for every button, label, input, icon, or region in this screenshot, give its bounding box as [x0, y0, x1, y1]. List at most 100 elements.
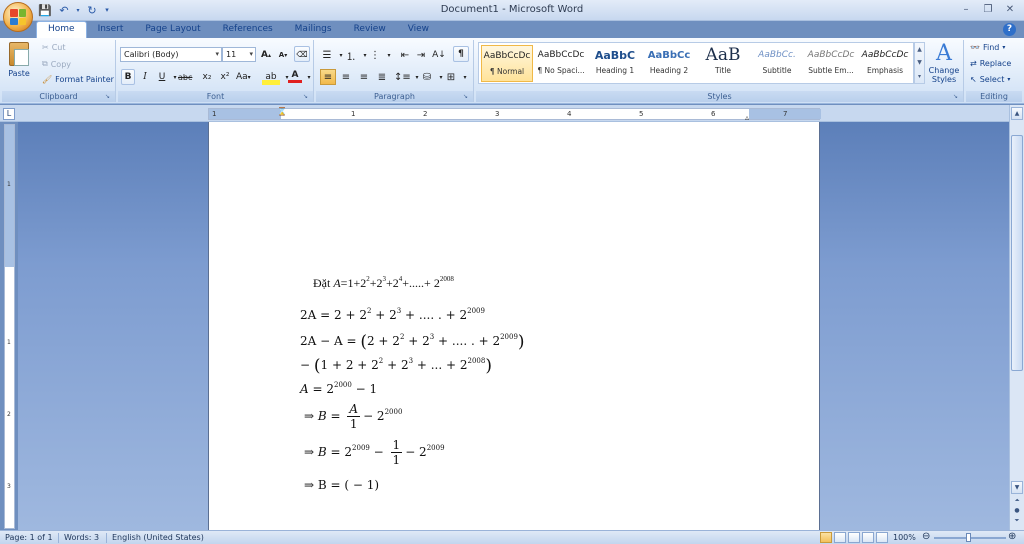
tab-references[interactable]: References — [212, 22, 284, 38]
vertical-scrollbar[interactable]: ▲ ▼ ⏶ ● ⏷ — [1009, 105, 1024, 530]
page-count[interactable]: Page: 1 of 1 — [5, 533, 53, 542]
clipboard-group-label: Clipboard — [2, 91, 115, 102]
previous-page-icon[interactable]: ⏶ — [1011, 497, 1023, 507]
web-layout-view-icon[interactable] — [848, 532, 860, 543]
chevron-down-icon[interactable]: ▼ — [917, 59, 922, 66]
tab-home[interactable]: Home — [36, 21, 87, 38]
find-label: Find — [982, 43, 1000, 52]
italic-button[interactable]: I — [138, 69, 152, 85]
scroll-thumb[interactable] — [1011, 135, 1023, 371]
copy-button[interactable]: ⧉ Copy — [42, 59, 71, 69]
style-title[interactable]: AaB Title — [697, 45, 749, 82]
underline-button[interactable]: U — [155, 69, 169, 85]
bold-button[interactable]: B — [121, 69, 135, 85]
zoom-in-icon[interactable]: ⊕ — [1008, 531, 1016, 542]
font-color-dropdown-icon[interactable]: ▾ — [302, 69, 316, 85]
bullets-button[interactable]: ☰ — [320, 47, 334, 63]
subscript-button[interactable]: x₂ — [200, 69, 214, 85]
document-page[interactable]: Đặt A=1+22+23+24+.....+ 22008 2A = 2 + 2… — [208, 122, 820, 530]
zoom-level[interactable]: 100% — [893, 533, 916, 542]
scroll-up-button[interactable]: ▲ — [1011, 107, 1023, 120]
tab-review[interactable]: Review — [343, 22, 397, 38]
zoom-out-icon[interactable]: ⊖ — [922, 531, 930, 542]
chevron-up-icon[interactable]: ▲ — [917, 46, 922, 53]
word-count[interactable]: Words: 3 — [64, 533, 99, 542]
restore-button[interactable]: ❐ — [978, 1, 998, 17]
language-indicator[interactable]: English (United States) — [112, 533, 204, 542]
replace-button[interactable]: ⇄ Replace — [970, 59, 1011, 68]
office-button[interactable] — [3, 2, 33, 32]
binoculars-icon: 👓 — [970, 43, 980, 52]
align-right-button[interactable]: ≡ — [356, 69, 372, 85]
copy-icon: ⧉ — [42, 59, 48, 68]
horizontal-ruler[interactable]: 1 2 1 2 3 4 5 6 7 ⌛ ▵ — [208, 107, 821, 122]
ruler-number: 3 — [495, 110, 500, 118]
left-indent-marker[interactable]: ⌛ — [277, 107, 287, 116]
font-family-select[interactable]: Calibri (Body) ▾ — [120, 47, 222, 62]
style-subtle-emphasis[interactable]: AaBbCcDc Subtle Em... — [805, 45, 857, 82]
superscript-button[interactable]: x² — [218, 69, 232, 85]
show-marks-button[interactable]: ¶ — [453, 46, 469, 62]
select-button[interactable]: ↖ Select ▾ — [970, 75, 1010, 84]
clipboard-launcher-icon[interactable]: ↘ — [105, 93, 113, 101]
clear-formatting-button[interactable]: ⌫ — [294, 46, 310, 62]
style-emphasis[interactable]: AaBbCcDc Emphasis — [859, 45, 911, 82]
close-button[interactable]: ✕ — [1000, 1, 1020, 17]
style-heading-2[interactable]: AaBbCc Heading 2 — [643, 45, 695, 82]
borders-dropdown-icon[interactable]: ▾ — [458, 69, 472, 85]
tab-page-layout[interactable]: Page Layout — [134, 22, 211, 38]
tab-selector-button[interactable]: L — [3, 108, 15, 120]
sort-button[interactable]: A↓ — [432, 47, 446, 63]
next-page-icon[interactable]: ⏷ — [1011, 517, 1023, 527]
scroll-down-button[interactable]: ▼ — [1011, 481, 1023, 494]
justify-button[interactable]: ≣ — [374, 69, 390, 85]
align-left-button[interactable]: ≡ — [320, 69, 336, 85]
numbering-button[interactable]: ⒈ — [344, 47, 358, 63]
multilevel-dropdown-icon[interactable]: ▾ — [382, 47, 396, 63]
vertical-ruler[interactable]: 1 2 1 2 3 — [4, 124, 15, 529]
line-spacing-button[interactable]: ↕≡ — [394, 69, 411, 85]
highlight-button[interactable]: ab — [262, 69, 280, 85]
styles-launcher-icon[interactable]: ↘ — [953, 93, 961, 101]
right-indent-marker[interactable]: ▵ — [745, 113, 749, 122]
cut-button[interactable]: ✂ Cut — [42, 43, 66, 52]
multilevel-list-button[interactable]: ⋮ — [368, 47, 382, 63]
help-icon[interactable]: ? — [1003, 23, 1016, 36]
font-color-button[interactable]: A — [288, 69, 302, 83]
print-layout-view-icon[interactable] — [820, 532, 832, 543]
style-subtitle[interactable]: AaBbCc. Subtitle — [751, 45, 803, 82]
replace-icon: ⇄ — [970, 59, 977, 68]
styles-gallery-scroll[interactable]: ▲ ▼ ▾ — [914, 42, 925, 84]
minimize-button[interactable]: – — [956, 1, 976, 17]
font-launcher-icon[interactable]: ↘ — [303, 93, 311, 101]
paste-button[interactable]: Paste — [6, 42, 32, 84]
full-screen-reading-view-icon[interactable] — [834, 532, 846, 543]
style-heading-1[interactable]: AaBbC Heading 1 — [589, 45, 641, 82]
style-no-spacing[interactable]: AaBbCcDc ¶ No Spaci... — [535, 45, 587, 82]
more-styles-icon[interactable]: ▾ — [918, 73, 921, 80]
decrease-indent-button[interactable]: ⇤ — [398, 47, 412, 63]
change-styles-button[interactable]: A Change Styles — [927, 42, 961, 88]
shading-button[interactable]: ⛁ — [420, 69, 434, 85]
grow-font-button[interactable]: A ▴ — [259, 47, 273, 63]
align-center-button[interactable]: ≡ — [338, 69, 354, 85]
strikethrough-button[interactable]: abc — [178, 69, 192, 85]
tab-view[interactable]: View — [397, 22, 440, 38]
zoom-slider-thumb[interactable] — [966, 533, 971, 542]
format-painter-button[interactable]: 🖌 Format Painter — [42, 75, 114, 84]
tab-insert[interactable]: Insert — [87, 22, 135, 38]
font-size-select[interactable]: 11 ▾ — [222, 47, 256, 62]
draft-view-icon[interactable] — [876, 532, 888, 543]
window-controls: – ❐ ✕ — [956, 1, 1020, 17]
increase-indent-button[interactable]: ⇥ — [414, 47, 428, 63]
find-button[interactable]: 👓 Find ▾ — [970, 43, 1005, 52]
browse-object-icon[interactable]: ● — [1011, 507, 1023, 517]
shrink-font-button[interactable]: A ▾ — [276, 47, 290, 63]
change-case-button[interactable]: Aa ▾ — [236, 69, 251, 85]
style-normal[interactable]: AaBbCcDc ¶ Normal — [481, 45, 533, 82]
tab-mailings[interactable]: Mailings — [284, 22, 343, 38]
outline-view-icon[interactable] — [862, 532, 874, 543]
increase-indent-icon: ⇥ — [416, 49, 426, 61]
borders-button[interactable]: ⊞ — [444, 69, 458, 85]
paragraph-launcher-icon[interactable]: ↘ — [463, 93, 471, 101]
